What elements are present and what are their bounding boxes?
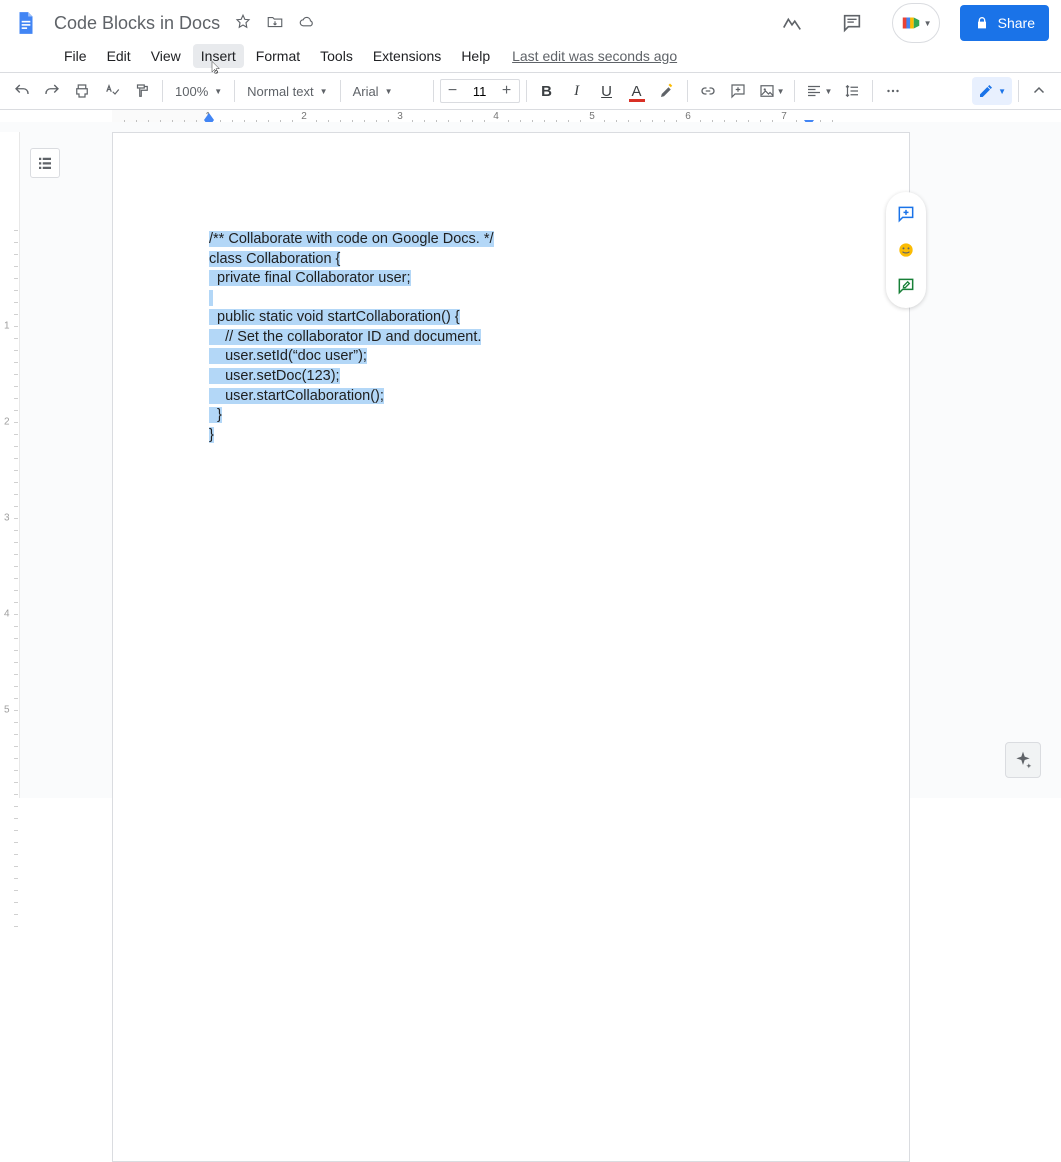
side-comment-toolbar — [886, 192, 926, 308]
doc-line[interactable]: user.startCollaboration(); — [209, 387, 815, 407]
italic-button[interactable]: I — [563, 77, 591, 105]
document-page[interactable]: /** Collaborate with code on Google Docs… — [112, 132, 910, 1162]
vruler-number: 1 — [4, 321, 10, 332]
vertical-ruler[interactable]: 1 2 3 4 5 — [0, 132, 20, 798]
style-value: Normal text — [247, 84, 313, 99]
insert-image-button[interactable]: ▼ — [754, 77, 789, 105]
menu-edit[interactable]: Edit — [99, 44, 139, 68]
underline-button[interactable]: U — [593, 77, 621, 105]
chevron-down-icon: ▼ — [998, 87, 1006, 96]
zoom-select[interactable]: 100% ▼ — [169, 77, 228, 105]
chevron-down-icon: ▼ — [385, 87, 393, 96]
doc-line[interactable]: class Collaboration { — [209, 250, 815, 270]
font-size-increase[interactable]: + — [495, 79, 519, 103]
explore-button[interactable] — [1005, 742, 1041, 778]
ruler-number: 4 — [493, 111, 499, 122]
doc-line[interactable]: } — [209, 426, 815, 446]
docs-logo[interactable] — [12, 5, 40, 41]
align-button[interactable]: ▼ — [801, 77, 836, 105]
toolbar: 100%▼ Normal text▼ Arial▼ − + B I U A ▼ … — [0, 72, 1061, 110]
suggest-edits-button[interactable] — [890, 270, 922, 302]
doc-title[interactable]: Code Blocks in Docs — [48, 11, 226, 36]
vruler-number: 4 — [4, 609, 10, 620]
text-color-button[interactable]: A — [623, 77, 651, 105]
ruler-number: 7 — [781, 111, 787, 122]
doc-line[interactable]: } — [209, 406, 815, 426]
menu-tools[interactable]: Tools — [312, 44, 361, 68]
menu-extensions[interactable]: Extensions — [365, 44, 449, 68]
print-button[interactable] — [68, 77, 96, 105]
style-select[interactable]: Normal text ▼ — [241, 77, 333, 105]
font-select[interactable]: Arial ▼ — [347, 77, 427, 105]
menu-bar: File Edit View Insert Format Tools Exten… — [0, 40, 1061, 72]
font-size-input[interactable] — [465, 80, 495, 102]
meet-button[interactable]: ▼ — [892, 3, 940, 43]
doc-line[interactable]: /** Collaborate with code on Google Docs… — [209, 230, 815, 250]
font-size-decrease[interactable]: − — [441, 79, 465, 103]
font-value: Arial — [353, 84, 379, 99]
doc-line[interactable]: user.setId(“doc user”); — [209, 347, 815, 367]
link-button[interactable] — [694, 77, 722, 105]
doc-line[interactable]: private final Collaborator user; — [209, 269, 815, 289]
spellcheck-button[interactable] — [98, 77, 126, 105]
menu-format[interactable]: Format — [248, 44, 308, 68]
star-icon[interactable] — [234, 13, 252, 34]
chevron-down-icon: ▼ — [214, 87, 222, 96]
share-button[interactable]: Share — [960, 5, 1049, 41]
doc-line[interactable]: // Set the collaborator ID and document. — [209, 328, 815, 348]
document-body[interactable]: /** Collaborate with code on Google Docs… — [209, 230, 815, 445]
vruler-number: 3 — [4, 513, 10, 524]
outline-toggle-button[interactable] — [30, 148, 60, 178]
doc-line[interactable] — [209, 289, 815, 309]
lock-icon — [974, 15, 990, 31]
vruler-number: 5 — [4, 705, 10, 716]
more-button[interactable] — [879, 77, 907, 105]
add-comment-side-button[interactable] — [890, 198, 922, 230]
zoom-value: 100% — [175, 84, 208, 99]
highlight-button[interactable] — [653, 77, 681, 105]
comments-icon[interactable] — [832, 3, 872, 43]
ruler-number: 6 — [685, 111, 691, 122]
bold-button[interactable]: B — [533, 77, 561, 105]
pencil-icon — [978, 83, 994, 99]
activity-icon[interactable] — [772, 3, 812, 43]
emoji-reaction-button[interactable] — [890, 234, 922, 266]
paint-format-button[interactable] — [128, 77, 156, 105]
vruler-number: 2 — [4, 417, 10, 428]
share-label: Share — [998, 15, 1035, 31]
doc-line[interactable]: user.setDoc(123); — [209, 367, 815, 387]
ruler-number: 5 — [589, 111, 595, 122]
collapse-toolbar-button[interactable] — [1025, 77, 1053, 105]
font-size-control: − + — [440, 79, 520, 103]
undo-button[interactable] — [8, 77, 36, 105]
editing-mode-button[interactable]: ▼ — [972, 77, 1012, 105]
redo-button[interactable] — [38, 77, 66, 105]
cloud-status-icon[interactable] — [298, 13, 316, 34]
move-icon[interactable] — [266, 13, 284, 34]
menu-file[interactable]: File — [56, 44, 95, 68]
cursor-icon — [208, 58, 224, 78]
first-line-indent-marker[interactable] — [204, 113, 214, 120]
menu-view[interactable]: View — [143, 44, 189, 68]
add-comment-button[interactable] — [724, 77, 752, 105]
ruler-number: 3 — [397, 111, 403, 122]
last-edit-link[interactable]: Last edit was seconds ago — [512, 48, 677, 64]
line-spacing-button[interactable] — [838, 77, 866, 105]
menu-help[interactable]: Help — [453, 44, 498, 68]
ruler-number: 2 — [301, 111, 307, 122]
doc-line[interactable]: public static void startCollaboration() … — [209, 308, 815, 328]
chevron-down-icon: ▼ — [320, 87, 328, 96]
